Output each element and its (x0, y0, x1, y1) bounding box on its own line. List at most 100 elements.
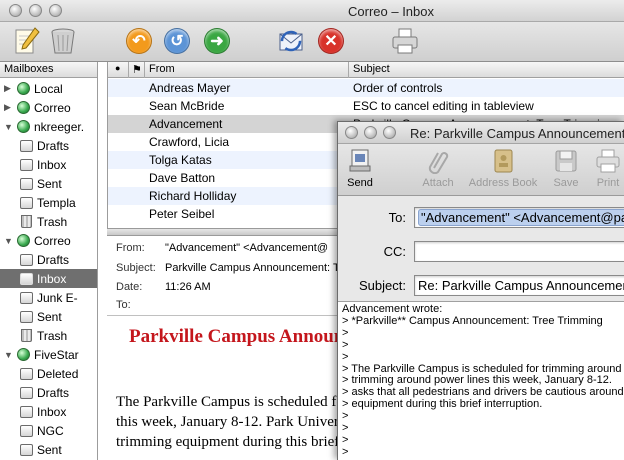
mailbox-item[interactable]: Drafts (0, 250, 97, 269)
message-row[interactable]: Sean McBride ESC to cancel editing in tab… (108, 97, 624, 115)
send-mail-icon (349, 149, 371, 172)
to-field-label: To: (388, 210, 406, 225)
printer-icon (392, 28, 418, 54)
message-row[interactable]: Andreas Mayer Order of controls (108, 79, 624, 97)
mailbox-tray-icon (20, 158, 33, 171)
reply-close-button[interactable] (345, 126, 358, 139)
floppy-disk-icon (555, 150, 577, 172)
flag-column-icon[interactable]: ⚑ (132, 63, 142, 76)
window-title: Correo – Inbox (348, 4, 434, 19)
quoted-line: > equipment during this brief interrupti… (342, 398, 543, 411)
mailbox-label: Drafts (37, 385, 70, 400)
subject-field-label: Subject: (359, 278, 406, 293)
cc-field[interactable] (414, 241, 624, 262)
mailbox-item[interactable]: Junk E- (0, 288, 97, 307)
mailbox-label: Inbox (37, 271, 67, 286)
account-globe-icon (17, 120, 30, 133)
mailbox-item[interactable]: Inbox (0, 155, 97, 174)
send-button[interactable]: Send (344, 148, 376, 194)
recipient-token[interactable]: "Advancement" <Advancement@park.edu> (418, 209, 624, 226)
mailbox-label: nkreeger. (34, 119, 85, 134)
disclosure-collapsed-icon[interactable]: ▶ (4, 83, 14, 94)
compose-button[interactable] (12, 26, 42, 56)
mailbox-tray-icon (20, 139, 33, 152)
account-item[interactable]: ▼ Correo (0, 231, 97, 250)
from-column-header[interactable]: From (149, 63, 175, 75)
mailbox-item[interactable]: Trash (0, 212, 97, 231)
mailbox-item[interactable]: Templa (0, 193, 97, 212)
disclosure-expanded-icon[interactable]: ▼ (4, 122, 14, 132)
reply-title-bar: Re: Parkville Campus Announcement: Tree … (338, 122, 624, 144)
account-globe-icon (17, 82, 30, 95)
mailbox-label: FiveStar (34, 347, 79, 362)
mailbox-item[interactable]: Drafts (0, 136, 97, 155)
forward-button[interactable]: ➜ (202, 26, 232, 56)
reply-minimize-button[interactable] (364, 126, 377, 139)
reply-button[interactable]: ↶ (124, 26, 154, 56)
mailbox-item[interactable]: NGC (0, 421, 97, 440)
quoted-line: > (342, 350, 349, 363)
address-book-button[interactable]: Address Book (464, 148, 542, 194)
sidebar-header: Mailboxes (0, 62, 97, 78)
mailbox-item[interactable]: Sent (0, 440, 97, 459)
message-from: Tolga Katas (149, 153, 212, 167)
date-value: 11:26 AM (165, 281, 211, 293)
mailbox-item[interactable]: Sent (0, 307, 97, 326)
account-globe-icon (17, 348, 30, 361)
print-reply-button[interactable]: Print (590, 148, 624, 194)
zoom-window-button[interactable] (49, 4, 62, 17)
disclosure-expanded-icon[interactable]: ▼ (4, 350, 14, 360)
mailbox-label: Templa (37, 195, 76, 210)
account-globe-icon (17, 234, 30, 247)
address-book-label: Address Book (468, 177, 538, 189)
mailbox-item[interactable]: Trash (0, 326, 97, 345)
message-list-header: ● ⚑ From Subject (108, 62, 624, 78)
reply-all-button[interactable]: ↺ (162, 26, 192, 56)
message-from: Richard Holliday (149, 189, 237, 203)
stop-x-icon: ✕ (318, 28, 344, 54)
disclosure-expanded-icon[interactable]: ▼ (4, 236, 14, 246)
mailbox-item[interactable]: Sent (0, 174, 97, 193)
mailbox-item[interactable]: Deleted (0, 364, 97, 383)
message-subject: ESC to cancel editing in tableview (353, 99, 534, 113)
reply-body-editor[interactable]: Advancement wrote: > *Parkville** Campus … (342, 303, 624, 459)
mailbox-label: Trash (37, 328, 68, 343)
mailbox-label: Deleted (37, 366, 79, 381)
account-item[interactable]: ▶ Correo (0, 98, 97, 117)
attach-button[interactable]: Attach (418, 148, 458, 194)
print-button[interactable] (390, 26, 420, 56)
subject-column-header[interactable]: Subject (353, 63, 390, 75)
subject-field[interactable]: Re: Parkville Campus Announcement: Tree … (414, 275, 624, 296)
trash-icon (21, 329, 32, 342)
stop-button[interactable]: ✕ (316, 26, 346, 56)
account-item[interactable]: ▶ Local (0, 79, 97, 98)
disclosure-collapsed-icon[interactable]: ▶ (4, 102, 14, 113)
quoted-line: > (342, 433, 349, 446)
account-item[interactable]: ▼ FiveStar (0, 345, 97, 364)
from-value[interactable]: "Advancement" <Advancement@ (165, 242, 328, 254)
mailbox-item[interactable]: Drafts (0, 383, 97, 402)
close-window-button[interactable] (9, 4, 22, 17)
status-column-header[interactable]: ● (115, 63, 120, 73)
address-book-icon (494, 149, 513, 173)
mailbox-label: Drafts (37, 252, 70, 267)
reply-zoom-button[interactable] (383, 126, 396, 139)
date-label: Date: (116, 281, 143, 293)
to-field[interactable]: "Advancement" <Advancement@park.edu> (414, 207, 624, 228)
mailbox-item[interactable]: Inbox (0, 269, 97, 288)
delete-button[interactable] (48, 26, 78, 56)
from-label: From: (116, 242, 145, 254)
quoted-line: > (342, 445, 349, 458)
save-button[interactable]: Save (548, 148, 584, 194)
minimize-window-button[interactable] (29, 4, 42, 17)
mailbox-label: Sent (37, 442, 62, 457)
mailbox-tray-icon (20, 253, 33, 266)
mailbox-tray-icon (20, 272, 33, 285)
mailbox-label: Local (34, 81, 63, 96)
mailbox-label: Inbox (37, 404, 67, 419)
mailbox-item[interactable]: Inbox (0, 402, 97, 421)
account-item[interactable]: ▼ nkreeger. (0, 117, 97, 136)
mailbox-tray-icon (20, 443, 33, 456)
mailbox-tray-icon (20, 291, 33, 304)
get-mail-button[interactable] (276, 26, 306, 56)
